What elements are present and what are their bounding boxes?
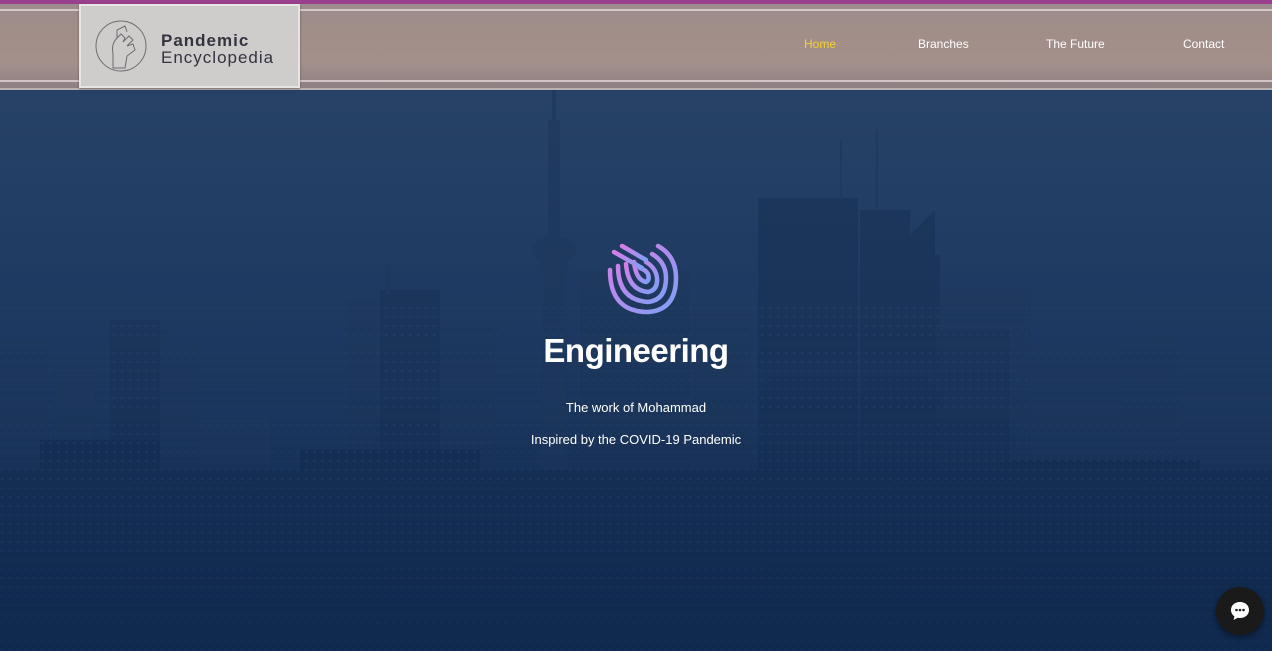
- hero-subtitle-line: The work of Mohammad: [565, 400, 707, 415]
- hand-sanitizer-icon: [95, 20, 147, 72]
- nav-contact[interactable]: Contact: [1183, 37, 1224, 51]
- hero-overlay: [0, 0, 1272, 651]
- hero-title: Engineering: [543, 332, 729, 369]
- logo-subtitle: Encyclopedia: [161, 48, 275, 67]
- hero-subtitle-line: Inspired by the COVID-19 Pandemic: [530, 432, 742, 447]
- page: Pandemic Encyclopedia Home Branches The …: [0, 0, 1272, 651]
- nav-the-future[interactable]: The Future: [1046, 37, 1105, 51]
- fingerprint-icon: [607, 243, 679, 315]
- site-header: Pandemic Encyclopedia Home Branches The …: [0, 0, 1272, 90]
- header-bottom-border: [0, 88, 1272, 90]
- chat-bubble-icon: [1231, 602, 1249, 620]
- site-logo[interactable]: Pandemic Encyclopedia: [79, 4, 300, 88]
- nav-home[interactable]: Home: [804, 37, 836, 51]
- chat-button[interactable]: [1216, 587, 1264, 635]
- nav-branches[interactable]: Branches: [918, 37, 969, 51]
